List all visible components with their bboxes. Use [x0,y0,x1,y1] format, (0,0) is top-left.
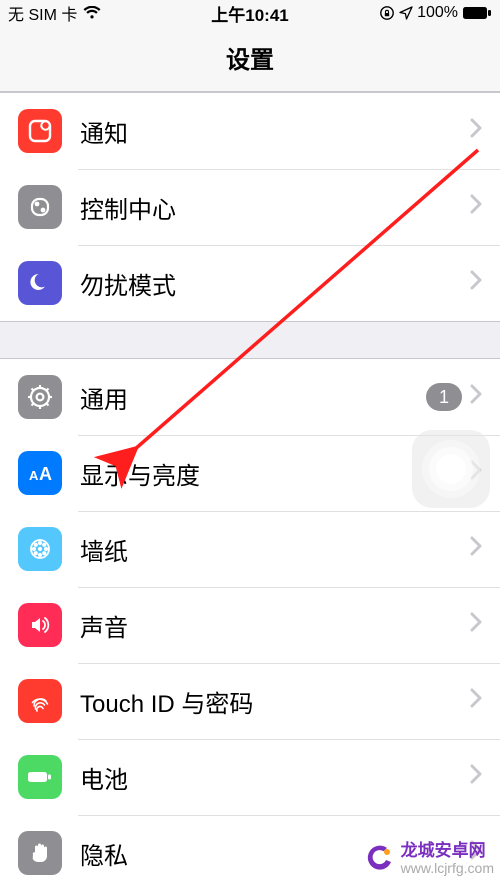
status-left: 无 SIM 卡 [8,1,101,25]
svg-text:A: A [29,468,39,483]
chevron-right-icon [470,118,482,144]
row-label: 显示与亮度 [80,456,462,491]
svg-text:A: A [39,464,52,484]
row-wallpaper[interactable]: 墙纸 [0,511,500,587]
assistive-ring [422,440,480,498]
row-label: 声音 [80,608,462,643]
row-label: Touch ID 与密码 [80,684,462,719]
row-battery[interactable]: 电池 [0,739,500,815]
row-label: 墙纸 [80,532,462,567]
settings-group-1: 通知 控制中心 勿扰模式 [0,92,500,322]
battery-icon [462,6,492,20]
carrier-text: 无 SIM 卡 [8,1,77,25]
chevron-right-icon [470,270,482,296]
watermark-brand: 龙城安卓网 [401,842,494,861]
row-touch-id[interactable]: Touch ID 与密码 [0,663,500,739]
speaker-icon [18,603,62,647]
gear-icon [18,375,62,419]
assistive-ring [436,454,466,484]
row-label: 控制中心 [80,190,462,225]
assistive-touch-button[interactable] [412,430,490,508]
status-bar: 无 SIM 卡 上午10:41 100% [0,0,500,26]
watermark-url: www.lcjrfg.com [401,861,494,876]
row-label: 通知 [80,114,462,149]
row-do-not-disturb[interactable]: 勿扰模式 [0,245,500,321]
chevron-right-icon [470,536,482,562]
chevron-right-icon [470,612,482,638]
battery-percent: 100% [417,4,458,22]
row-label: 通用 [80,380,426,415]
orientation-lock-icon [379,5,395,21]
control-center-icon [18,185,62,229]
row-label: 电池 [80,760,462,795]
watermark-logo-icon [361,842,395,876]
row-sound[interactable]: 声音 [0,587,500,663]
wallpaper-icon [18,527,62,571]
notifications-icon [18,109,62,153]
status-right: 100% [379,4,492,22]
page-title: 设置 [0,40,500,75]
chevron-right-icon [470,764,482,790]
location-icon [399,6,413,20]
chevron-right-icon [470,384,482,410]
text-size-icon: AA [18,451,62,495]
moon-icon [18,261,62,305]
badge-count: 1 [426,383,462,411]
chevron-right-icon [470,194,482,220]
row-label: 勿扰模式 [80,266,462,301]
hand-icon [18,831,62,875]
battery-row-icon [18,755,62,799]
header: 设置 [0,26,500,92]
chevron-right-icon [470,688,482,714]
fingerprint-icon [18,679,62,723]
wifi-icon [83,6,101,20]
watermark: 龙城安卓网 www.lcjrfg.com [361,842,494,876]
row-general[interactable]: 通用 1 [0,359,500,435]
row-notifications[interactable]: 通知 [0,93,500,169]
row-control-center[interactable]: 控制中心 [0,169,500,245]
assistive-ring [429,447,473,491]
group-spacer [0,322,500,358]
